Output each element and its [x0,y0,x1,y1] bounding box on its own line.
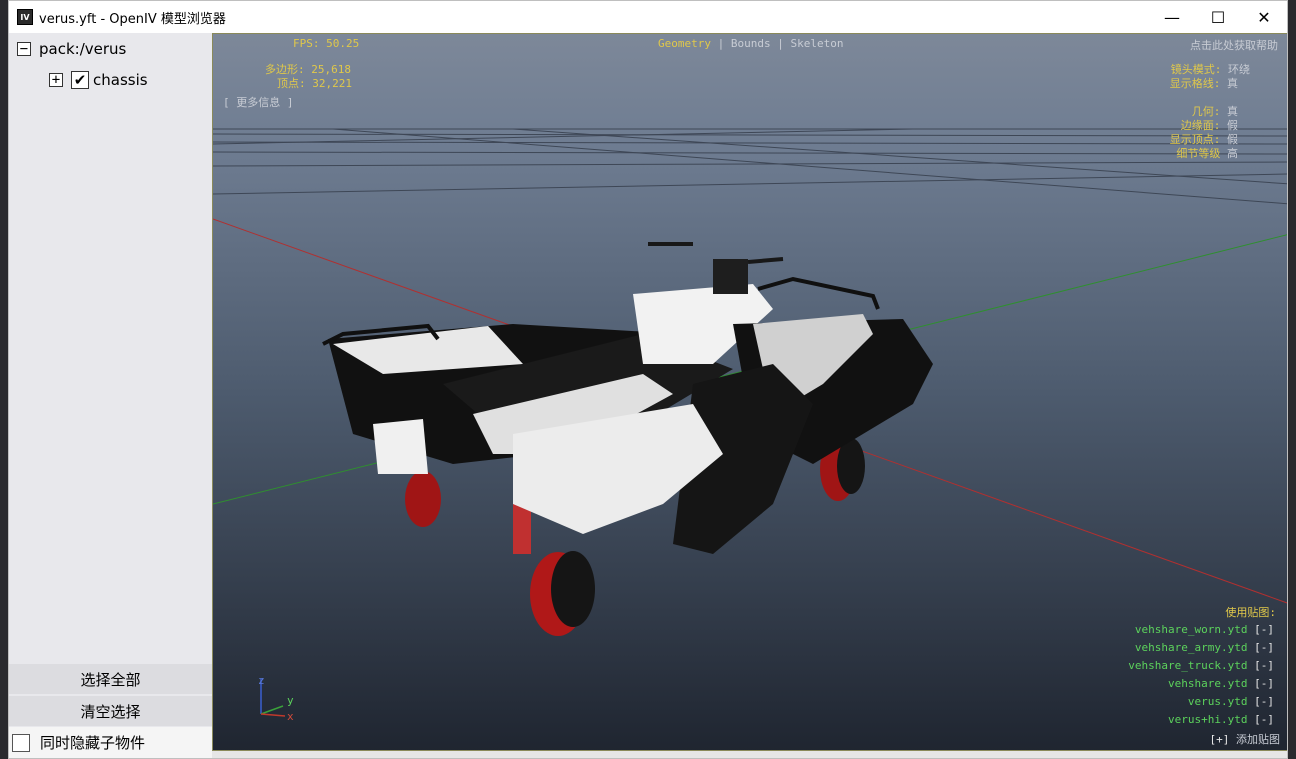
viewport-scene[interactable] [213,34,1288,751]
textures-title: 使用贴图: [1225,606,1276,619]
tab-bounds[interactable]: Bounds [731,37,771,50]
fps-readout: FPS: 50.25 [293,37,360,50]
gizmo-z-label: z [258,674,265,687]
remove-texture-button[interactable]: [-] [1254,623,1274,636]
view-mode-tabs: Geometry | Bounds | Skeleton [658,37,844,50]
remove-texture-button[interactable]: [-] [1254,713,1274,726]
window-title: verus.yft - OpenIV 模型浏览器 [39,11,226,27]
add-texture-button[interactable]: [+] [1210,733,1230,746]
hide-children-label: 同时隐藏子物件 [40,734,146,752]
minimize-button[interactable]: — [1149,1,1195,33]
texture-item[interactable]: vehshare_army.ytd [-] [1135,641,1274,654]
remove-texture-button[interactable]: [-] [1254,641,1274,654]
remove-texture-button[interactable]: [-] [1254,695,1274,708]
show-grid-row[interactable]: 显示格线: 真 [1170,75,1238,91]
openiv-window: IV verus.yft - OpenIV 模型浏览器 — ☐ ✕ − pack… [8,0,1288,759]
add-texture-row[interactable]: [+] 添加贴图 [1210,731,1281,747]
maximize-button[interactable]: ☐ [1195,1,1241,33]
openiv-app-icon: IV [17,9,33,25]
texture-item[interactable]: vehshare_worn.ytd [-] [1135,623,1274,636]
more-info-link[interactable]: [ 更多信息 ] [223,94,294,110]
chassis-checkbox[interactable]: ✔ [71,71,89,89]
model-tree-panel: − pack:/verus + ✔ chassis 选择全部 清空选择 [9,33,212,758]
tab-skeleton[interactable]: Skeleton [790,37,843,50]
title-bar: IV verus.yft - OpenIV 模型浏览器 — ☐ ✕ [9,1,1287,33]
hide-children-row[interactable]: 同时隐藏子物件 [9,727,219,758]
status-strip [212,751,1287,758]
gizmo-y-label: y [287,694,294,707]
gizmo-x-label: x [287,710,294,723]
clear-selection-button[interactable]: 清空选择 [9,696,212,726]
texture-item[interactable]: vehshare.ytd [-] [1168,677,1274,690]
help-link[interactable]: 点击此处获取帮助 [1190,37,1278,53]
texture-item[interactable]: verus+hi.ytd [-] [1168,713,1274,726]
3d-viewport[interactable]: z y x FPS: 50.25 多边形: 25,618 顶点: 32,221 … [212,33,1288,751]
tree-node-root-label: pack:/verus [39,40,127,58]
tree-node-chassis-label: chassis [93,71,148,89]
collapse-icon[interactable]: − [17,42,31,56]
expand-icon[interactable]: + [49,73,63,87]
vertices-readout: 顶点: 32,221 [277,77,352,90]
tab-geometry[interactable]: Geometry [658,37,711,50]
select-all-button[interactable]: 选择全部 [9,664,212,694]
texture-item[interactable]: vehshare_truck.ytd [-] [1128,659,1274,672]
remove-texture-button[interactable]: [-] [1254,659,1274,672]
texture-item[interactable]: verus.ytd [-] [1188,695,1274,708]
lod-row[interactable]: 细节等级 高 [1176,145,1238,161]
close-button[interactable]: ✕ [1241,1,1287,33]
hide-children-checkbox[interactable] [12,733,30,752]
tree-node-root[interactable]: − pack:/verus [17,40,126,58]
tree-node-chassis[interactable]: + ✔ chassis [49,71,148,89]
remove-texture-button[interactable]: [-] [1254,677,1274,690]
